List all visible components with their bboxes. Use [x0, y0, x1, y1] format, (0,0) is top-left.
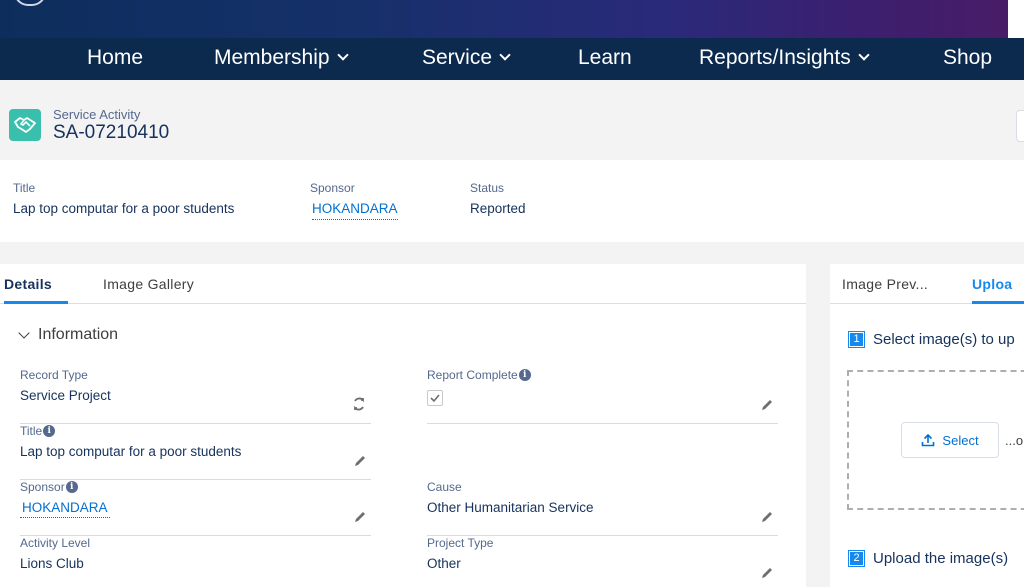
top-banner — [0, 0, 1024, 38]
edit-pencil-icon[interactable] — [760, 566, 774, 580]
field-title: Title i Lap top computar for a poor stude… — [20, 424, 371, 480]
header-action-button[interactable] — [1016, 110, 1024, 142]
field-value: Other — [427, 556, 461, 571]
nav-membership-label: Membership — [214, 46, 330, 69]
step-text: Select image(s) to up — [873, 331, 1015, 348]
nav-learn-label: Learn — [578, 46, 632, 69]
nav-shop-label: Shop — [943, 46, 993, 69]
edit-pencil-icon[interactable] — [353, 510, 367, 524]
field-label: Report Complete i — [427, 368, 531, 382]
chevron-down-icon — [336, 49, 349, 61]
side-tabs: Image Prev... Uploa — [830, 264, 1024, 304]
chevron-down-icon — [499, 49, 511, 61]
field-value: HOKANDARA — [20, 500, 110, 518]
tab-image-preview[interactable]: Image Prev... — [842, 264, 928, 304]
highlight-status-label: Status — [470, 181, 505, 195]
sponsor-link[interactable]: HOKANDARA — [20, 500, 110, 518]
record-name: SA-07210410 — [53, 122, 170, 143]
tab-upload[interactable]: Uploa — [972, 264, 1024, 304]
select-images-button[interactable]: Select — [901, 422, 999, 458]
nav-home-label: Home — [87, 46, 144, 69]
info-icon[interactable]: i — [518, 369, 531, 381]
section-title: Information — [38, 326, 119, 343]
highlight-title: Title Lap top computar for a poor studen… — [13, 181, 234, 216]
highlight-title-label: Title — [13, 181, 36, 195]
step-1: 1 Select image(s) to up — [848, 331, 1015, 348]
highlight-status-value: Reported — [470, 201, 526, 216]
field-record-type: Record Type Service Project — [20, 368, 371, 424]
nav-home[interactable]: Home — [87, 38, 143, 80]
section-information-toggle[interactable]: Information — [18, 326, 118, 344]
field-label: Cause — [427, 480, 462, 494]
upload-icon — [922, 433, 935, 447]
nav-service[interactable]: Service — [422, 38, 511, 80]
edit-pencil-icon[interactable] — [760, 510, 774, 524]
field-activity-level: Activity Level Lions Club — [20, 536, 371, 587]
nav-reports[interactable]: Reports/Insights — [699, 38, 870, 80]
step-number: 1 — [848, 331, 865, 348]
field-sponsor: Sponsor i HOKANDARA — [20, 480, 371, 536]
field-label: Title i — [20, 424, 56, 438]
field-label: Activity Level — [20, 536, 91, 550]
nav-learn[interactable]: Learn — [578, 38, 632, 80]
highlights-panel: Title Lap top computar for a poor studen… — [0, 160, 1024, 242]
field-label-text: Title — [20, 424, 43, 438]
step-2: 2 Upload the image(s) — [848, 550, 1008, 567]
step-text: Upload the image(s) — [873, 550, 1009, 567]
nav-reports-label: Reports/Insights — [699, 46, 851, 69]
report-complete-checkbox[interactable] — [427, 390, 443, 406]
top-banner-edge — [1008, 0, 1024, 38]
field-label: Sponsor i — [20, 480, 78, 494]
chevron-down-icon — [18, 327, 30, 339]
field-label: Record Type — [20, 368, 88, 382]
details-card: Details Image Gallery Information Record… — [0, 264, 806, 587]
info-icon[interactable]: i — [65, 481, 78, 493]
field-value: Service Project — [20, 388, 111, 403]
main-nav: Home Membership Service Learn Reports/In… — [0, 38, 1024, 80]
field-project-type: Project Type Other — [427, 536, 778, 587]
field-label-text: Report Complete — [427, 368, 518, 382]
main-tabs: Details Image Gallery — [0, 264, 806, 304]
info-icon[interactable]: i — [43, 425, 56, 437]
tab-details[interactable]: Details — [4, 264, 68, 304]
edit-pencil-icon[interactable] — [760, 398, 774, 412]
nav-service-label: Service — [422, 46, 493, 69]
tab-image-gallery[interactable]: Image Gallery — [103, 264, 194, 304]
highlight-title-value: Lap top computar for a poor students — [13, 201, 235, 216]
field-cause: Cause Other Humanitarian Service — [427, 480, 778, 536]
select-label: Select — [942, 432, 979, 448]
nav-membership[interactable]: Membership — [214, 38, 349, 80]
chevron-down-icon — [858, 49, 870, 61]
highlight-status: Status Reported — [470, 181, 526, 216]
change-record-type-icon[interactable] — [351, 396, 367, 412]
record-header: Service Activity SA-07210410 — [0, 80, 1024, 160]
handshake-icon — [9, 109, 41, 141]
image-upload-card: Image Prev... Uploa 1 Select image(s) to… — [830, 264, 1024, 587]
logo-icon[interactable] — [14, 0, 46, 6]
edit-pencil-icon[interactable] — [353, 454, 367, 468]
image-dropzone[interactable]: Select ...o — [847, 370, 1024, 510]
field-value: Other Humanitarian Service — [427, 500, 594, 515]
step-number: 2 — [848, 550, 865, 567]
highlight-sponsor-link[interactable]: HOKANDARA — [312, 201, 398, 220]
highlight-sponsor: Sponsor HOKANDARA — [310, 181, 398, 220]
highlight-sponsor-label: Sponsor — [310, 181, 355, 195]
field-label-text: Sponsor — [20, 480, 65, 494]
or-drop-text: ...o — [1005, 433, 1024, 448]
field-label: Project Type — [427, 536, 494, 550]
field-value: Lap top computar for a poor students — [20, 444, 242, 459]
field-report-complete: Report Complete i — [427, 368, 778, 424]
nav-shop[interactable]: Shop — [943, 38, 992, 80]
field-value: Lions Club — [20, 556, 84, 571]
record-object-type: Service Activity — [53, 107, 141, 122]
